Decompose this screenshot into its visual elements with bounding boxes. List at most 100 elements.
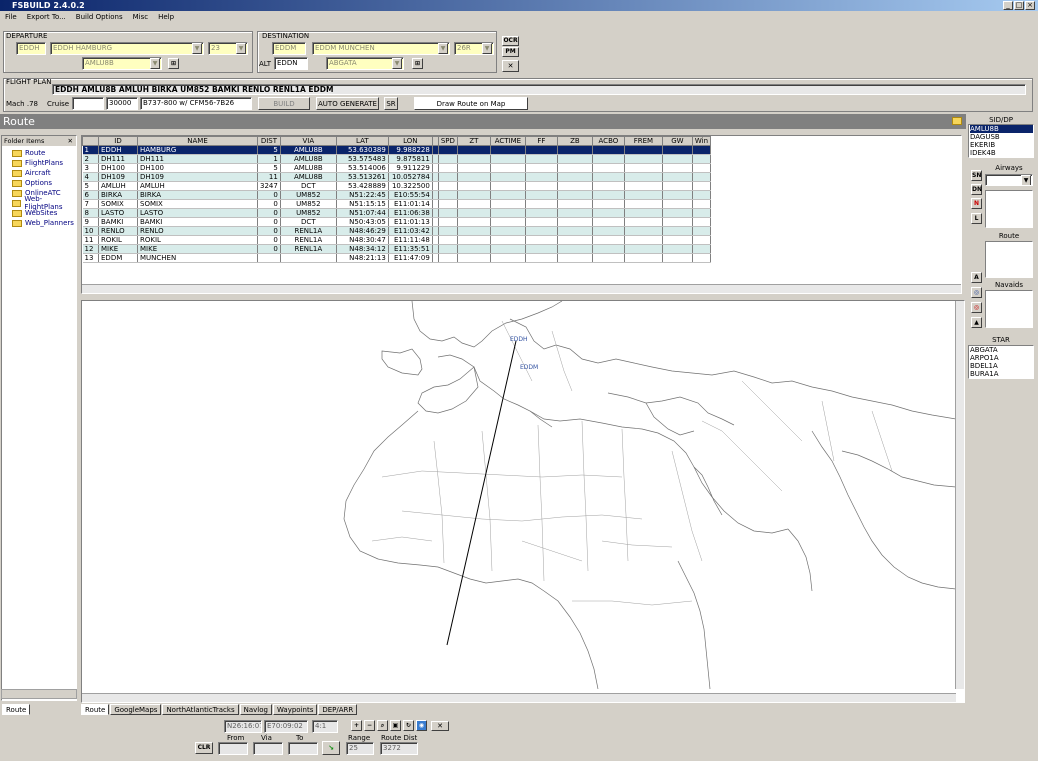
- departure-sid-select[interactable]: AMLU8B ▼: [82, 57, 162, 70]
- route-list[interactable]: [985, 241, 1033, 278]
- tab-dep-arr[interactable]: DEP/ARR: [318, 704, 358, 715]
- tab-route[interactable]: Route: [81, 704, 110, 715]
- aircraft-field[interactable]: B737-800 w/ CFM56-7B26: [140, 97, 252, 110]
- tree-tab-route[interactable]: Route: [2, 704, 30, 715]
- list-item[interactable]: ARPO1A: [970, 354, 1033, 362]
- tab-navlog[interactable]: Navlog: [239, 704, 272, 715]
- from-field[interactable]: [218, 742, 248, 755]
- menu-build-options[interactable]: Build Options: [76, 12, 123, 23]
- menu-help[interactable]: Help: [158, 12, 174, 23]
- vor-icon[interactable]: ◎: [971, 287, 982, 298]
- clr-button[interactable]: CLR: [195, 742, 213, 754]
- tree-item-route[interactable]: Route: [6, 148, 76, 158]
- map-panel[interactable]: EDDH EDDM: [81, 300, 965, 703]
- tree-item-aircraft[interactable]: Aircraft: [6, 168, 76, 178]
- via-field[interactable]: [253, 742, 283, 755]
- list-item[interactable]: AMLU8B: [970, 125, 1033, 133]
- tree-horizontal-scrollbar[interactable]: [1, 689, 77, 699]
- sid-list[interactable]: AMLU8B DAGUSB EKERIB IDEK4B: [968, 124, 1034, 158]
- column-header[interactable]: FF: [524, 136, 558, 146]
- zoom-100-icon[interactable]: ▣: [390, 720, 401, 731]
- cruise-altitude-field[interactable]: 30000: [106, 97, 138, 110]
- column-header[interactable]: SPD: [437, 136, 458, 146]
- zoom-out-icon[interactable]: −: [364, 720, 375, 731]
- column-header[interactable]: ACTIME: [489, 136, 526, 146]
- close-icon[interactable]: ✕: [68, 136, 73, 146]
- sn-button[interactable]: SN: [971, 170, 982, 181]
- airport-icon[interactable]: A: [971, 272, 982, 283]
- clear-map-icon[interactable]: ✕: [431, 721, 449, 731]
- chevron-down-icon[interactable]: ▼: [150, 58, 160, 69]
- magnify-icon[interactable]: ⌕: [377, 720, 388, 731]
- dn-button[interactable]: DN: [971, 184, 982, 195]
- list-item[interactable]: IDEK4B: [970, 149, 1033, 157]
- airways-select[interactable]: ▼: [985, 174, 1033, 186]
- column-header[interactable]: Win: [691, 136, 712, 146]
- departure-icao-field[interactable]: EDDH: [16, 42, 46, 55]
- column-header[interactable]: LON: [387, 136, 433, 146]
- column-header[interactable]: DIST: [257, 136, 281, 146]
- departure-airport-select[interactable]: EDDH HAMBURG ▼: [50, 42, 204, 55]
- list-item[interactable]: BDEL1A: [970, 362, 1033, 370]
- tree-item-options[interactable]: Options: [6, 178, 76, 188]
- chevron-down-icon[interactable]: ▼: [392, 58, 402, 69]
- table-row[interactable]: 5 AMLUH AMLUH 3247 DCT 53.428889 10.322500: [82, 181, 712, 191]
- to-field[interactable]: [288, 742, 318, 755]
- cruise-blank-field[interactable]: [72, 97, 104, 110]
- tree-item-web-planners[interactable]: Web_Planners: [6, 218, 76, 228]
- n-button[interactable]: N: [971, 198, 982, 209]
- clear-icon[interactable]: ✕: [502, 60, 519, 72]
- table-row[interactable]: 10 RENLO RENLO 0 RENL1A N48:46:29 E11:03:42: [82, 226, 712, 236]
- star-info-icon[interactable]: ⊞: [412, 58, 423, 69]
- star-list[interactable]: ABGATA ARPO1A BDEL1A BURA1A: [968, 345, 1034, 379]
- build-button[interactable]: BUILD: [258, 97, 310, 110]
- destination-airport-select[interactable]: EDDM MUNCHEN ▼: [312, 42, 450, 55]
- departure-runway-select[interactable]: 23 ▼: [208, 42, 248, 55]
- alternate-icao-field[interactable]: EDDN: [274, 57, 308, 70]
- table-horizontal-scrollbar[interactable]: [82, 284, 961, 293]
- waypoint-icon[interactable]: ▲: [971, 317, 982, 328]
- table-row[interactable]: 3 DH100 DH100 5 AMLU8B 53.514006 9.911229: [82, 163, 712, 173]
- column-header[interactable]: NAME: [137, 136, 258, 146]
- column-header[interactable]: ZB: [556, 136, 593, 146]
- column-header[interactable]: FREM: [623, 136, 663, 146]
- list-item[interactable]: BURA1A: [970, 370, 1033, 378]
- map-horizontal-scrollbar[interactable]: [82, 693, 956, 702]
- menu-file[interactable]: File: [5, 12, 17, 23]
- column-header[interactable]: ZT: [456, 136, 491, 146]
- measure-go-icon[interactable]: ↘: [322, 741, 340, 755]
- pm-button[interactable]: PM: [502, 47, 519, 57]
- draw-route-button[interactable]: Draw Route on Map: [414, 97, 528, 110]
- navaids-list[interactable]: [985, 290, 1033, 328]
- table-row[interactable]: 8 LASTO LASTO 0 UM852 N51:07:44 E11:06:38: [82, 208, 712, 218]
- column-header[interactable]: ID: [98, 136, 138, 146]
- chevron-down-icon[interactable]: ▼: [438, 43, 448, 54]
- destination-icao-field[interactable]: EDDM: [272, 42, 306, 55]
- table-row[interactable]: 7 SOMIX SOMIX 0 UM852 N51:15:15 E11:01:14: [82, 199, 712, 209]
- chevron-down-icon[interactable]: ▼: [1021, 175, 1031, 185]
- table-row[interactable]: 1 EDDH HAMBURG 5 AMLU8B 53.630389 9.988228: [82, 145, 712, 155]
- tree-item-flightplans[interactable]: FlightPlans: [6, 158, 76, 168]
- folder-icon[interactable]: [952, 117, 962, 125]
- ocr-button[interactable]: OCR: [502, 36, 519, 46]
- zoom-in-icon[interactable]: +: [351, 720, 362, 731]
- destination-star-select[interactable]: ABGATA ▼: [326, 57, 404, 70]
- map-canvas[interactable]: EDDH EDDM: [82, 301, 956, 689]
- menu-export[interactable]: Export To...: [27, 12, 66, 23]
- column-header[interactable]: GW: [661, 136, 693, 146]
- l-button[interactable]: L: [971, 213, 982, 224]
- column-header[interactable]: LAT: [335, 136, 389, 146]
- table-row[interactable]: 13 EDDM MUNCHEN N48:21:13 E11:47:09: [82, 253, 712, 263]
- refresh-icon[interactable]: ↻: [403, 720, 414, 731]
- table-row[interactable]: 6 BIRKA BIRKA 0 UM852 N51:22:45 E10:55:54: [82, 190, 712, 200]
- table-row[interactable]: 9 BAMKI BAMKI 0 DCT N50:43:05 E11:01:13: [82, 217, 712, 227]
- globe-icon[interactable]: ◉: [416, 720, 427, 731]
- list-item[interactable]: EKERIB: [970, 141, 1033, 149]
- tab-northatlantictracks[interactable]: NorthAtlanticTracks: [162, 704, 239, 715]
- sr-button[interactable]: SR: [384, 97, 398, 110]
- maximize-button[interactable]: □: [1014, 1, 1024, 10]
- column-header[interactable]: VIA: [279, 136, 337, 146]
- destination-runway-select[interactable]: 26R ▼: [454, 42, 494, 55]
- table-row[interactable]: 11 ROKIL ROKIL 0 RENL1A N48:30:47 E11:11:48: [82, 235, 712, 245]
- chevron-down-icon[interactable]: ▼: [236, 43, 246, 54]
